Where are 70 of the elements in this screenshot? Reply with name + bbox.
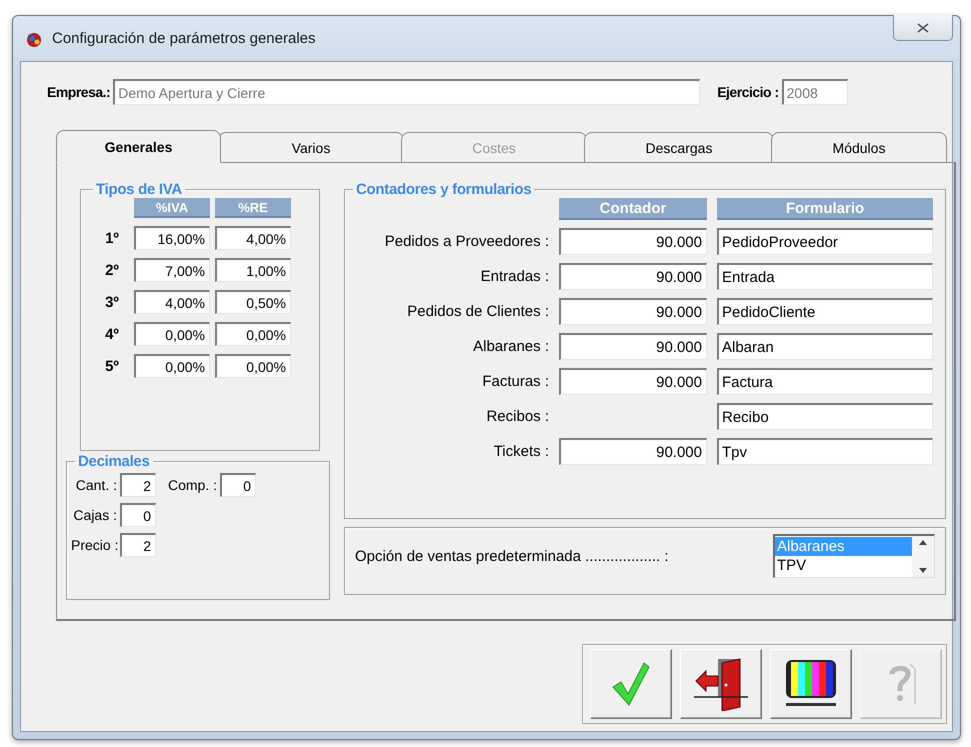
row-label: 2º — [104, 262, 120, 278]
field-label: Recibos : — [485, 408, 549, 425]
scroll-down-icon[interactable] — [919, 568, 927, 573]
column-header: Formulario — [717, 198, 933, 220]
close-button[interactable] — [893, 15, 953, 41]
decimals-field[interactable]: 2 — [120, 473, 156, 497]
field-label: Facturas : — [481, 373, 549, 390]
close-icon — [917, 22, 929, 32]
preview-button[interactable] — [770, 649, 852, 719]
door-exit-icon — [692, 657, 750, 711]
company-field[interactable]: Demo Apertura y Cierre — [113, 79, 700, 105]
form-field[interactable]: PedidoCliente — [717, 298, 933, 325]
field-label: Entradas : — [480, 268, 549, 285]
row-label: 4º — [104, 326, 120, 342]
vat-rate-field[interactable]: 0,00% — [134, 354, 210, 378]
surcharge-rate-field[interactable]: 0,00% — [215, 354, 291, 378]
row-label: 5º — [104, 358, 120, 374]
group-title: Decimales — [77, 453, 151, 470]
vat-rate-field[interactable]: 4,00% — [134, 290, 210, 314]
counter-field[interactable]: 90.000 — [559, 228, 707, 255]
checkmark-icon — [611, 661, 651, 707]
surcharge-rate-field[interactable]: 1,00% — [215, 258, 291, 282]
field-label: Precio : — [71, 537, 117, 553]
decimals-field[interactable]: 0 — [120, 503, 156, 527]
form-field[interactable]: Recibo — [717, 403, 933, 430]
decimals-field[interactable]: 0 — [220, 473, 256, 497]
decimals-field[interactable]: 2 — [120, 533, 156, 557]
column-header: %RE — [215, 198, 291, 218]
surcharge-rate-field[interactable]: 0,50% — [215, 290, 291, 314]
column-header: %IVA — [134, 198, 210, 218]
tab[interactable]: Generales — [56, 130, 221, 163]
form-field[interactable]: Factura — [717, 368, 933, 395]
field-label: Comp. : — [166, 477, 217, 493]
accept-button[interactable] — [590, 649, 672, 719]
counter-field[interactable]: 90.000 — [559, 263, 707, 290]
company-label: Empresa.: — [47, 84, 110, 100]
exit-button[interactable] — [680, 649, 762, 719]
form-field[interactable]: Entrada — [717, 263, 933, 290]
form-field[interactable]: PedidoProveedor — [717, 228, 933, 255]
form-field[interactable]: Albaran — [717, 333, 933, 360]
field-label: Pedidos de Clientes : — [406, 303, 549, 320]
column-header: Contador — [559, 198, 707, 220]
row-label: 3º — [104, 294, 120, 310]
group-title: Tipos de IVA — [95, 181, 183, 198]
vat-rate-field[interactable]: 16,00% — [134, 226, 210, 250]
field-label: Opción de ventas predeterminada .................. : — [355, 548, 668, 564]
counter-field[interactable]: 90.000 — [559, 368, 707, 395]
tab[interactable]: Descargas — [584, 132, 774, 163]
surcharge-rate-field[interactable]: 0,00% — [215, 322, 291, 346]
scroll-up-icon[interactable] — [919, 540, 927, 545]
surcharge-rate-field[interactable]: 4,00% — [215, 226, 291, 250]
field-label: Tickets : — [492, 443, 549, 460]
counter-field[interactable]: 90.000 — [559, 438, 707, 465]
year-label: Ejercicio : — [717, 84, 779, 100]
field-label: Albaranes : — [472, 338, 549, 355]
tab[interactable]: Módulos — [771, 132, 947, 163]
group-title: Contadores y formularios — [355, 181, 532, 198]
counter-field[interactable]: 90.000 — [559, 298, 707, 325]
list-item[interactable]: TPV — [775, 556, 912, 575]
field-label: Cant. : — [74, 477, 117, 493]
form-field[interactable]: Tpv — [717, 438, 933, 465]
counter-field[interactable]: 90.000 — [559, 333, 707, 360]
year-field[interactable]: 2008 — [782, 79, 848, 105]
vat-rate-field[interactable]: 7,00% — [134, 258, 210, 282]
field-label: Pedidos a Proveedores : — [384, 233, 549, 250]
vat-rate-field[interactable]: 0,00% — [134, 322, 210, 346]
window-title: Configuración de parámetros generales — [52, 30, 316, 47]
row-label: 1º — [104, 230, 120, 246]
sales-option-list[interactable]: Albaranes TPV — [773, 534, 935, 578]
field-label: Cajas : — [72, 507, 117, 523]
